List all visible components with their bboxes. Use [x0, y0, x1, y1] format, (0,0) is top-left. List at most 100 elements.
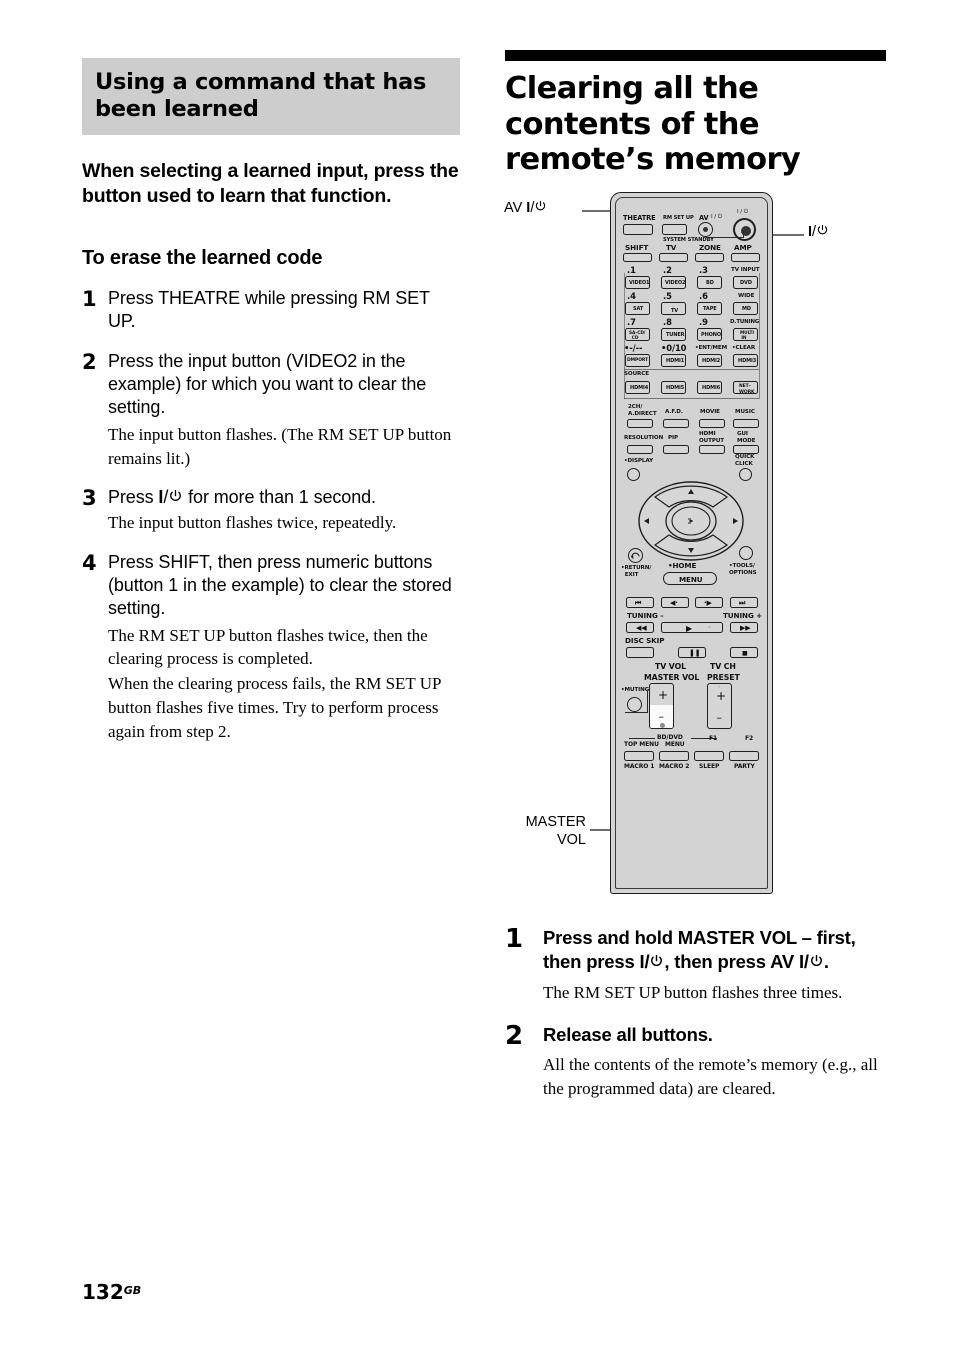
rm-set-up-button[interactable] [662, 224, 687, 235]
step-body: Press and hold MASTER VOL – first, then … [543, 926, 886, 1005]
pause-icon: ❚❚ [689, 649, 701, 657]
stop-icon: ■ [742, 649, 748, 657]
md-button[interactable]: MD [733, 302, 758, 315]
stop-button[interactable]: ■ [730, 647, 758, 658]
master-vol-label: MASTER VOL [644, 673, 700, 682]
music-button[interactable] [733, 419, 759, 428]
multi-in-button[interactable]: MULTI IN [733, 328, 758, 341]
step-item: 1 Press THEATRE while pressing RM SET UP… [82, 287, 460, 334]
pip-label: PIP [668, 435, 678, 441]
step-item: 4 Press SHIFT, then press numeric button… [82, 551, 460, 744]
step-note: The input button flashes. (The RM SET UP… [108, 424, 452, 468]
step-title: Release all buttons. [543, 1023, 713, 1045]
tools-options-button[interactable] [739, 546, 753, 560]
tape-button[interactable]: TAPE [697, 302, 722, 315]
prev-track-button[interactable]: ⏮ [626, 597, 654, 608]
md-label: MD [742, 306, 751, 312]
2ch-adirect-button[interactable] [627, 419, 653, 428]
return-exit-button[interactable] [628, 548, 643, 563]
sa-cd-button[interactable]: SA–CD/ CD [625, 328, 650, 341]
network-button[interactable]: NET– WORK [733, 381, 758, 395]
tv-ch-preset-rocker[interactable]: ◦ + – [707, 683, 732, 729]
hdmi1-button[interactable]: HDMI1 [661, 354, 686, 367]
step-title: Press the input button (VIDEO2 in the ex… [108, 350, 427, 418]
resolution-button[interactable] [627, 445, 653, 454]
zone-label: ZONE [699, 243, 721, 252]
hdmi-output-button[interactable] [699, 445, 725, 454]
home-label: •HOME [668, 561, 697, 570]
resolution-label: RESOLUTION [624, 435, 664, 441]
zone-button[interactable] [695, 253, 724, 262]
step-body: Release all buttons. All the contents of… [543, 1023, 886, 1101]
numeric-2-label: .2 [663, 265, 672, 275]
page-number-suffix: GB [123, 1284, 142, 1297]
pause-button[interactable]: ❚❚ [678, 647, 706, 658]
left-column: Using a command that has been learned Wh… [82, 58, 460, 744]
tv-input-button[interactable]: TV ◦ [661, 302, 686, 315]
pip-button[interactable] [663, 445, 689, 454]
remote-control-figure: AV I/ I/ MASTER VOL THEATRE RM SET UP AV… [498, 186, 898, 902]
disc-skip-button[interactable] [626, 647, 654, 658]
rewind-button[interactable]: ◀◀ [626, 622, 654, 633]
dmport-label: DMPORT [627, 358, 649, 363]
power-icon: I/ [808, 224, 829, 242]
movie-button[interactable] [699, 419, 725, 428]
hdmi6-button[interactable]: HDMI6 [697, 381, 722, 394]
step-number: 1 [505, 924, 524, 954]
f2-party-button[interactable] [729, 751, 759, 761]
display-button[interactable] [627, 468, 640, 481]
video1-button[interactable]: VIDEO1 [625, 276, 650, 289]
hdmi1-label: HDMI1 [666, 358, 685, 364]
top-menu-macro1-button[interactable] [624, 751, 654, 761]
dmport-button[interactable]: DMPORT [625, 354, 650, 367]
amp-label: AMP [734, 243, 752, 252]
hdmi4-button[interactable]: HDMI4 [625, 381, 650, 394]
master-vol-plus-icon: + [658, 688, 668, 702]
step-forward-button[interactable]: ·▶ [695, 597, 723, 608]
hdmi3-button[interactable]: HDMI3 [733, 354, 758, 367]
sat-label: SAT [633, 306, 644, 312]
step-forward-icon: ·▶ [704, 599, 712, 607]
f1-sleep-button[interactable] [694, 751, 724, 761]
av-label: AV [699, 214, 709, 222]
fast-forward-button[interactable]: ▶▶ [730, 622, 758, 633]
master-vol-rocker[interactable]: + – [649, 683, 674, 729]
amp-button[interactable] [731, 253, 760, 262]
macro2-label: MACRO 2 [659, 763, 690, 770]
step-number: 1 [82, 286, 97, 311]
navigation-dpad[interactable] [637, 481, 745, 561]
play-button[interactable]: ▶ ◦ [661, 622, 723, 633]
quick-click-button[interactable] [739, 468, 752, 481]
step-number: 3 [82, 486, 97, 511]
rewind-icon: ◀◀ [636, 624, 647, 632]
menu-button[interactable]: MENU [663, 572, 717, 585]
step-back-icon: ◀· [670, 599, 678, 607]
step-back-button[interactable]: ◀· [661, 597, 689, 608]
muting-button[interactable] [627, 697, 642, 712]
bd-button[interactable]: BD [697, 276, 722, 289]
phono-button[interactable]: PHONO [697, 328, 722, 341]
shift-button[interactable] [623, 253, 652, 262]
next-track-button[interactable]: ⏭ [730, 597, 758, 608]
sat-button[interactable]: SAT [625, 302, 650, 315]
play-dot-icon: ◦ [708, 625, 711, 631]
tuner-button[interactable]: TUNER [661, 328, 686, 341]
menu-label: MENU [679, 575, 703, 584]
step-title: Press THEATRE while pressing RM SET UP. [108, 287, 430, 332]
step-body: Press SHIFT, then press numeric buttons … [108, 551, 460, 744]
hdmi2-button[interactable]: HDMI2 [697, 354, 722, 367]
menu-macro2-button[interactable] [659, 751, 689, 761]
tv-button[interactable] [659, 253, 688, 262]
afd-button[interactable] [663, 419, 689, 428]
video2-button[interactable]: VIDEO2 [661, 276, 686, 289]
preset-plus-icon: + [716, 689, 726, 703]
step-note: The input button flashes twice, repeated… [108, 512, 397, 532]
movie-label: MOVIE [700, 409, 720, 415]
hdmi5-button[interactable]: HDMI5 [661, 381, 686, 394]
return-exit-label: •RETURN/ EXIT [621, 565, 652, 578]
numeric-6-label: .6 [699, 291, 708, 301]
theatre-button[interactable] [623, 224, 653, 235]
gui-mode-button[interactable] [733, 445, 759, 454]
dvd-button[interactable]: DVD [733, 276, 758, 289]
av-power-button[interactable] [698, 222, 713, 237]
